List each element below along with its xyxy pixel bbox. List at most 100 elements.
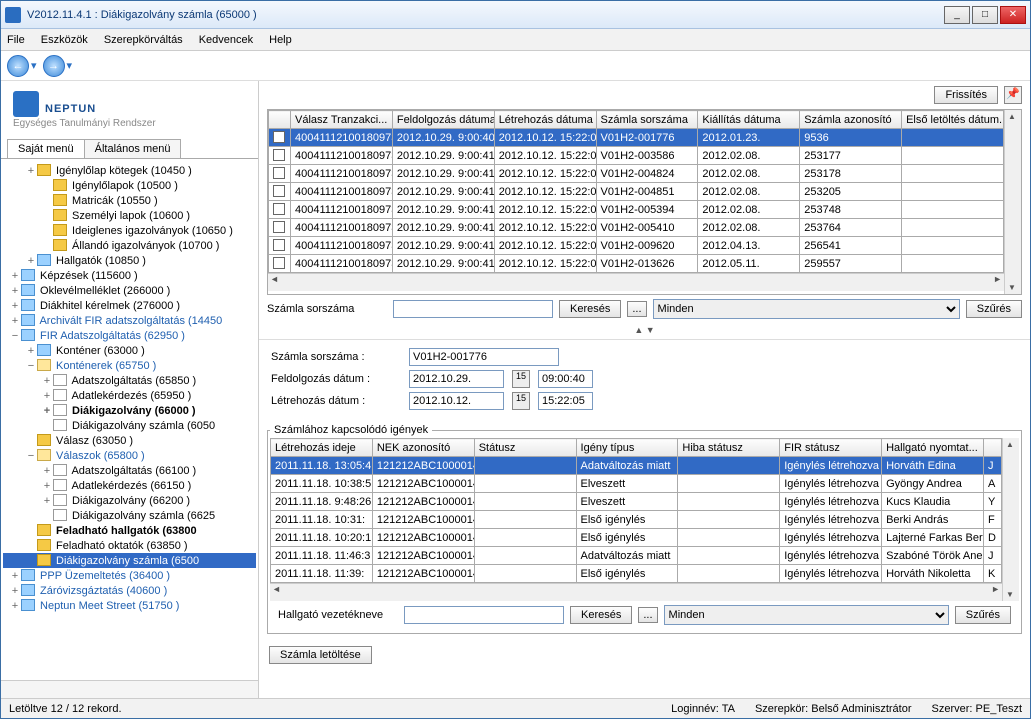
- tree-item[interactable]: + PPP Üzemeltetés (36400 ): [3, 568, 256, 583]
- maximize-button[interactable]: □: [972, 6, 998, 24]
- table-row[interactable]: 400411121001809732012.10.29. 9:00:412012…: [269, 165, 1004, 183]
- detail-form: Számla sorszáma : Feldolgozás dátum : 15…: [259, 342, 1030, 420]
- table-row[interactable]: 2011.11.18. 9:48:26121212ABC1000014Elves…: [271, 493, 1002, 511]
- search2-more-button[interactable]: ...: [638, 607, 657, 623]
- table-row[interactable]: 2011.11.18. 13:05:4121212ABC1000014Adatv…: [271, 457, 1002, 475]
- table-row[interactable]: 400411121001809732012.10.29. 9:00:412012…: [269, 219, 1004, 237]
- minimize-button[interactable]: _: [944, 6, 970, 24]
- table-row[interactable]: 400411121001809732012.10.29. 9:00:412012…: [269, 255, 1004, 273]
- search2-label: Hallgató vezetékneve: [278, 609, 398, 621]
- search1-input[interactable]: [393, 300, 553, 318]
- tree-item[interactable]: + Igénylőlap kötegek (10450 ): [3, 163, 256, 178]
- tree-item[interactable]: + Diákigazolvány (66000 ): [3, 403, 256, 418]
- f2-date-icon[interactable]: 15: [512, 370, 530, 388]
- nav-forward-button[interactable]: →: [43, 55, 65, 77]
- tree-item[interactable]: + Adatlekérdezés (65950 ): [3, 388, 256, 403]
- filter1-button[interactable]: Szűrés: [966, 300, 1022, 318]
- tree-item[interactable]: Matricák (10550 ): [3, 193, 256, 208]
- tree-item[interactable]: Válasz (63050 ): [3, 433, 256, 448]
- nav-toolbar: ←▾ →▾: [1, 51, 1030, 81]
- f2-time[interactable]: [538, 370, 593, 388]
- requests-grid[interactable]: Létrehozás idejeNEK azonosítóStátuszIgén…: [270, 438, 1002, 583]
- f1-input[interactable]: [409, 348, 559, 366]
- tree-item[interactable]: Ideiglenes igazolványok (10650 ): [3, 223, 256, 238]
- tree-item[interactable]: + Oklevélmelléklet (266000 ): [3, 283, 256, 298]
- table-row[interactable]: 2011.11.18. 10:38:5121212ABC1000014Elves…: [271, 475, 1002, 493]
- menu-tools[interactable]: Eszközök: [41, 34, 88, 46]
- menu-bar: File Eszközök Szerepkörváltás Kedvencek …: [1, 29, 1030, 51]
- search1-select[interactable]: Minden: [653, 299, 960, 319]
- f3-label: Létrehozás dátum :: [271, 395, 401, 407]
- grid1-vscroll[interactable]: [1004, 110, 1021, 294]
- refresh-button[interactable]: Frissítés: [934, 86, 998, 104]
- menu-help[interactable]: Help: [269, 34, 292, 46]
- table-row[interactable]: 400411121001809732012.10.29. 9:00:412012…: [269, 147, 1004, 165]
- logo: NEPTUN Egységes Tanulmányi Rendszer: [1, 81, 258, 135]
- tree-item[interactable]: + Diákhitel kérelmek (276000 ): [3, 298, 256, 313]
- tree-item[interactable]: + Adatlekérdezés (66150 ): [3, 478, 256, 493]
- search2-select[interactable]: Minden: [664, 605, 949, 625]
- table-row[interactable]: 400411121001809732012.10.29. 9:00:412012…: [269, 183, 1004, 201]
- tree-item[interactable]: Állandó igazolványok (10700 ): [3, 238, 256, 253]
- search2-input[interactable]: [404, 606, 564, 624]
- search2-button[interactable]: Keresés: [570, 606, 632, 624]
- f3-date-icon[interactable]: 15: [512, 392, 530, 410]
- table-row[interactable]: 2011.11.18. 11:39:121212ABC1000014Első i…: [271, 565, 1002, 583]
- tree-item[interactable]: + Archivált FIR adatszolgáltatás (14450: [3, 313, 256, 328]
- status-records: Letöltve 12 / 12 rekord.: [9, 703, 122, 715]
- grid2-vscroll[interactable]: [1002, 438, 1019, 601]
- tree-item[interactable]: + Hallgatók (10850 ): [3, 253, 256, 268]
- grid2-hscroll[interactable]: [270, 583, 1002, 601]
- tree-item[interactable]: + Képzések (115600 ): [3, 268, 256, 283]
- table-row[interactable]: 2011.11.18. 10:31:121212ABC1000014Első i…: [271, 511, 1002, 529]
- f2-label: Feldolgozás dátum :: [271, 373, 401, 385]
- invoice-grid[interactable]: Válasz Tranzakci...Feldolgozás dátumaLét…: [267, 109, 1022, 295]
- f3-date[interactable]: [409, 392, 504, 410]
- menu-roles[interactable]: Szerepkörváltás: [104, 34, 183, 46]
- tree-item[interactable]: − FIR Adatszolgáltatás (62950 ): [3, 328, 256, 343]
- window-title: V2012.11.4.1 : Diákigazolvány számla (65…: [27, 9, 942, 21]
- tree-item[interactable]: Diákigazolvány számla (6500: [3, 553, 256, 568]
- f3-time[interactable]: [538, 392, 593, 410]
- nav-tree[interactable]: + Igénylőlap kötegek (10450 ) Igénylőlap…: [1, 159, 258, 680]
- table-row[interactable]: 2011.11.18. 10:20:1121212ABC1000014Első …: [271, 529, 1002, 547]
- search1-button[interactable]: Keresés: [559, 300, 621, 318]
- f2-date[interactable]: [409, 370, 504, 388]
- status-bar: Letöltve 12 / 12 rekord. Loginnév: TA Sz…: [1, 698, 1030, 718]
- tree-item[interactable]: + Neptun Meet Street (51750 ): [3, 598, 256, 613]
- download-invoice-button[interactable]: Számla letöltése: [269, 646, 372, 664]
- tree-item[interactable]: Diákigazolvány számla (6625: [3, 508, 256, 523]
- menu-tabs: Saját menü Általános menü: [1, 139, 258, 159]
- table-row[interactable]: 400411121001809732012.10.29. 9:00:412012…: [269, 201, 1004, 219]
- tree-item[interactable]: + Konténer (63000 ): [3, 343, 256, 358]
- tree-hscroll[interactable]: [1, 680, 258, 698]
- tree-item[interactable]: Feladható oktatók (63850 ): [3, 538, 256, 553]
- tree-item[interactable]: Feladható hallgatók (63800: [3, 523, 256, 538]
- tree-item[interactable]: + Adatszolgáltatás (65850 ): [3, 373, 256, 388]
- tree-item[interactable]: + Záróvizsgáztatás (40600 ): [3, 583, 256, 598]
- menu-fav[interactable]: Kedvencek: [199, 34, 253, 46]
- tree-item[interactable]: − Konténerek (65750 ): [3, 358, 256, 373]
- table-row[interactable]: 400411121001809732012.10.29. 9:00:402012…: [269, 129, 1004, 147]
- search1-more-button[interactable]: ...: [627, 301, 646, 317]
- tree-item[interactable]: + Diákigazolvány (66200 ): [3, 493, 256, 508]
- table-row[interactable]: 2011.11.18. 11:46:3121212ABC1000014Adatv…: [271, 547, 1002, 565]
- tree-item[interactable]: − Válaszok (65800 ): [3, 448, 256, 463]
- tab-own-menu[interactable]: Saját menü: [7, 139, 85, 158]
- tree-item[interactable]: Diákigazolvány számla (6050: [3, 418, 256, 433]
- tab-all-menu[interactable]: Általános menü: [84, 139, 182, 158]
- nav-back-button[interactable]: ←: [7, 55, 29, 77]
- left-panel: NEPTUN Egységes Tanulmányi Rendszer Sajá…: [1, 81, 259, 698]
- table-row[interactable]: 400411121001809732012.10.29. 9:00:412012…: [269, 237, 1004, 255]
- grid1-hscroll[interactable]: [268, 273, 1004, 291]
- filter2-button[interactable]: Szűrés: [955, 606, 1011, 624]
- fieldset-legend: Számlához kapcsolódó igények: [270, 424, 432, 436]
- pin-button[interactable]: 📌: [1004, 86, 1022, 104]
- search-row-2: Hallgató vezetékneve Keresés ... Minden …: [270, 601, 1019, 631]
- tree-item[interactable]: + Adatszolgáltatás (66100 ): [3, 463, 256, 478]
- close-button[interactable]: ✕: [1000, 6, 1026, 24]
- tree-item[interactable]: Igénylőlapok (10500 ): [3, 178, 256, 193]
- tree-item[interactable]: Személyi lapok (10600 ): [3, 208, 256, 223]
- menu-file[interactable]: File: [7, 34, 25, 46]
- splitter[interactable]: ▲ ▼: [259, 325, 1030, 339]
